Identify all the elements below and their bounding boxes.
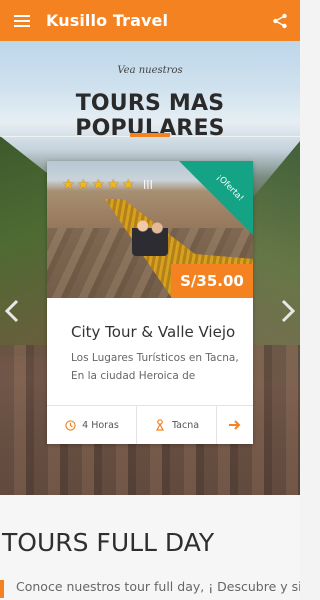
title-underline [130, 133, 170, 137]
location-icon [154, 419, 166, 431]
app-bar: Kusillo Travel [0, 0, 300, 41]
carousel-next-button[interactable] [278, 296, 298, 326]
card-footer: 4 Horas Tacna [47, 405, 253, 444]
app-title: Kusillo Travel [46, 11, 169, 30]
section-title: TOURS FULL DAY [2, 528, 215, 557]
star-icon: ★ [92, 177, 105, 193]
menu-button[interactable] [0, 0, 44, 41]
tour-title[interactable]: City Tour & Valle Viejo [71, 323, 235, 341]
menu-icon [14, 14, 30, 27]
share-button[interactable] [262, 0, 298, 41]
duration-info: 4 Horas [47, 406, 137, 444]
location-info: Tacna [137, 406, 217, 444]
card-more-button[interactable] [217, 406, 253, 444]
clock-icon [64, 419, 76, 431]
tour-card[interactable]: ★ ★ ★ ★ ★ ||| ¡Oferta! S/35.00 City Tour… [47, 161, 253, 444]
location-text: Tacna [171, 419, 200, 431]
section-description: Conoce nuestros tour full day, ¡ Descubr… [16, 579, 300, 594]
share-icon [273, 13, 287, 28]
accent-bar [0, 580, 4, 598]
star-icon: ★ [77, 177, 90, 193]
offer-ribbon: ¡Oferta! [179, 161, 253, 235]
tour-description: Los Lugares Turísticos en Tacna, En la c… [71, 352, 239, 382]
photo-people [132, 216, 168, 256]
carousel-prev-button[interactable] [2, 296, 22, 326]
star-icon: ★ [107, 177, 120, 193]
rating-stars: ★ ★ ★ ★ ★ ||| [62, 177, 153, 193]
rating-extra: ||| [143, 180, 153, 190]
full-day-section: TOURS FULL DAY Conoce nuestros tour full… [0, 495, 300, 600]
chevron-right-icon [281, 299, 295, 323]
price-tag: S/35.00 [171, 264, 253, 298]
chevron-left-icon [5, 299, 19, 323]
hero-subtitle: Vea nuestros [117, 65, 183, 76]
duration-text: 4 Horas [82, 419, 119, 431]
star-icon: ★ [122, 177, 135, 193]
tour-photo: ★ ★ ★ ★ ★ ||| ¡Oferta! S/35.00 [47, 161, 253, 298]
hero-banner: Vea nuestros TOURS MAS POPULARES ★ ★ ★ ★… [0, 41, 300, 495]
star-icon: ★ [62, 177, 75, 193]
arrow-right-icon [229, 420, 241, 430]
